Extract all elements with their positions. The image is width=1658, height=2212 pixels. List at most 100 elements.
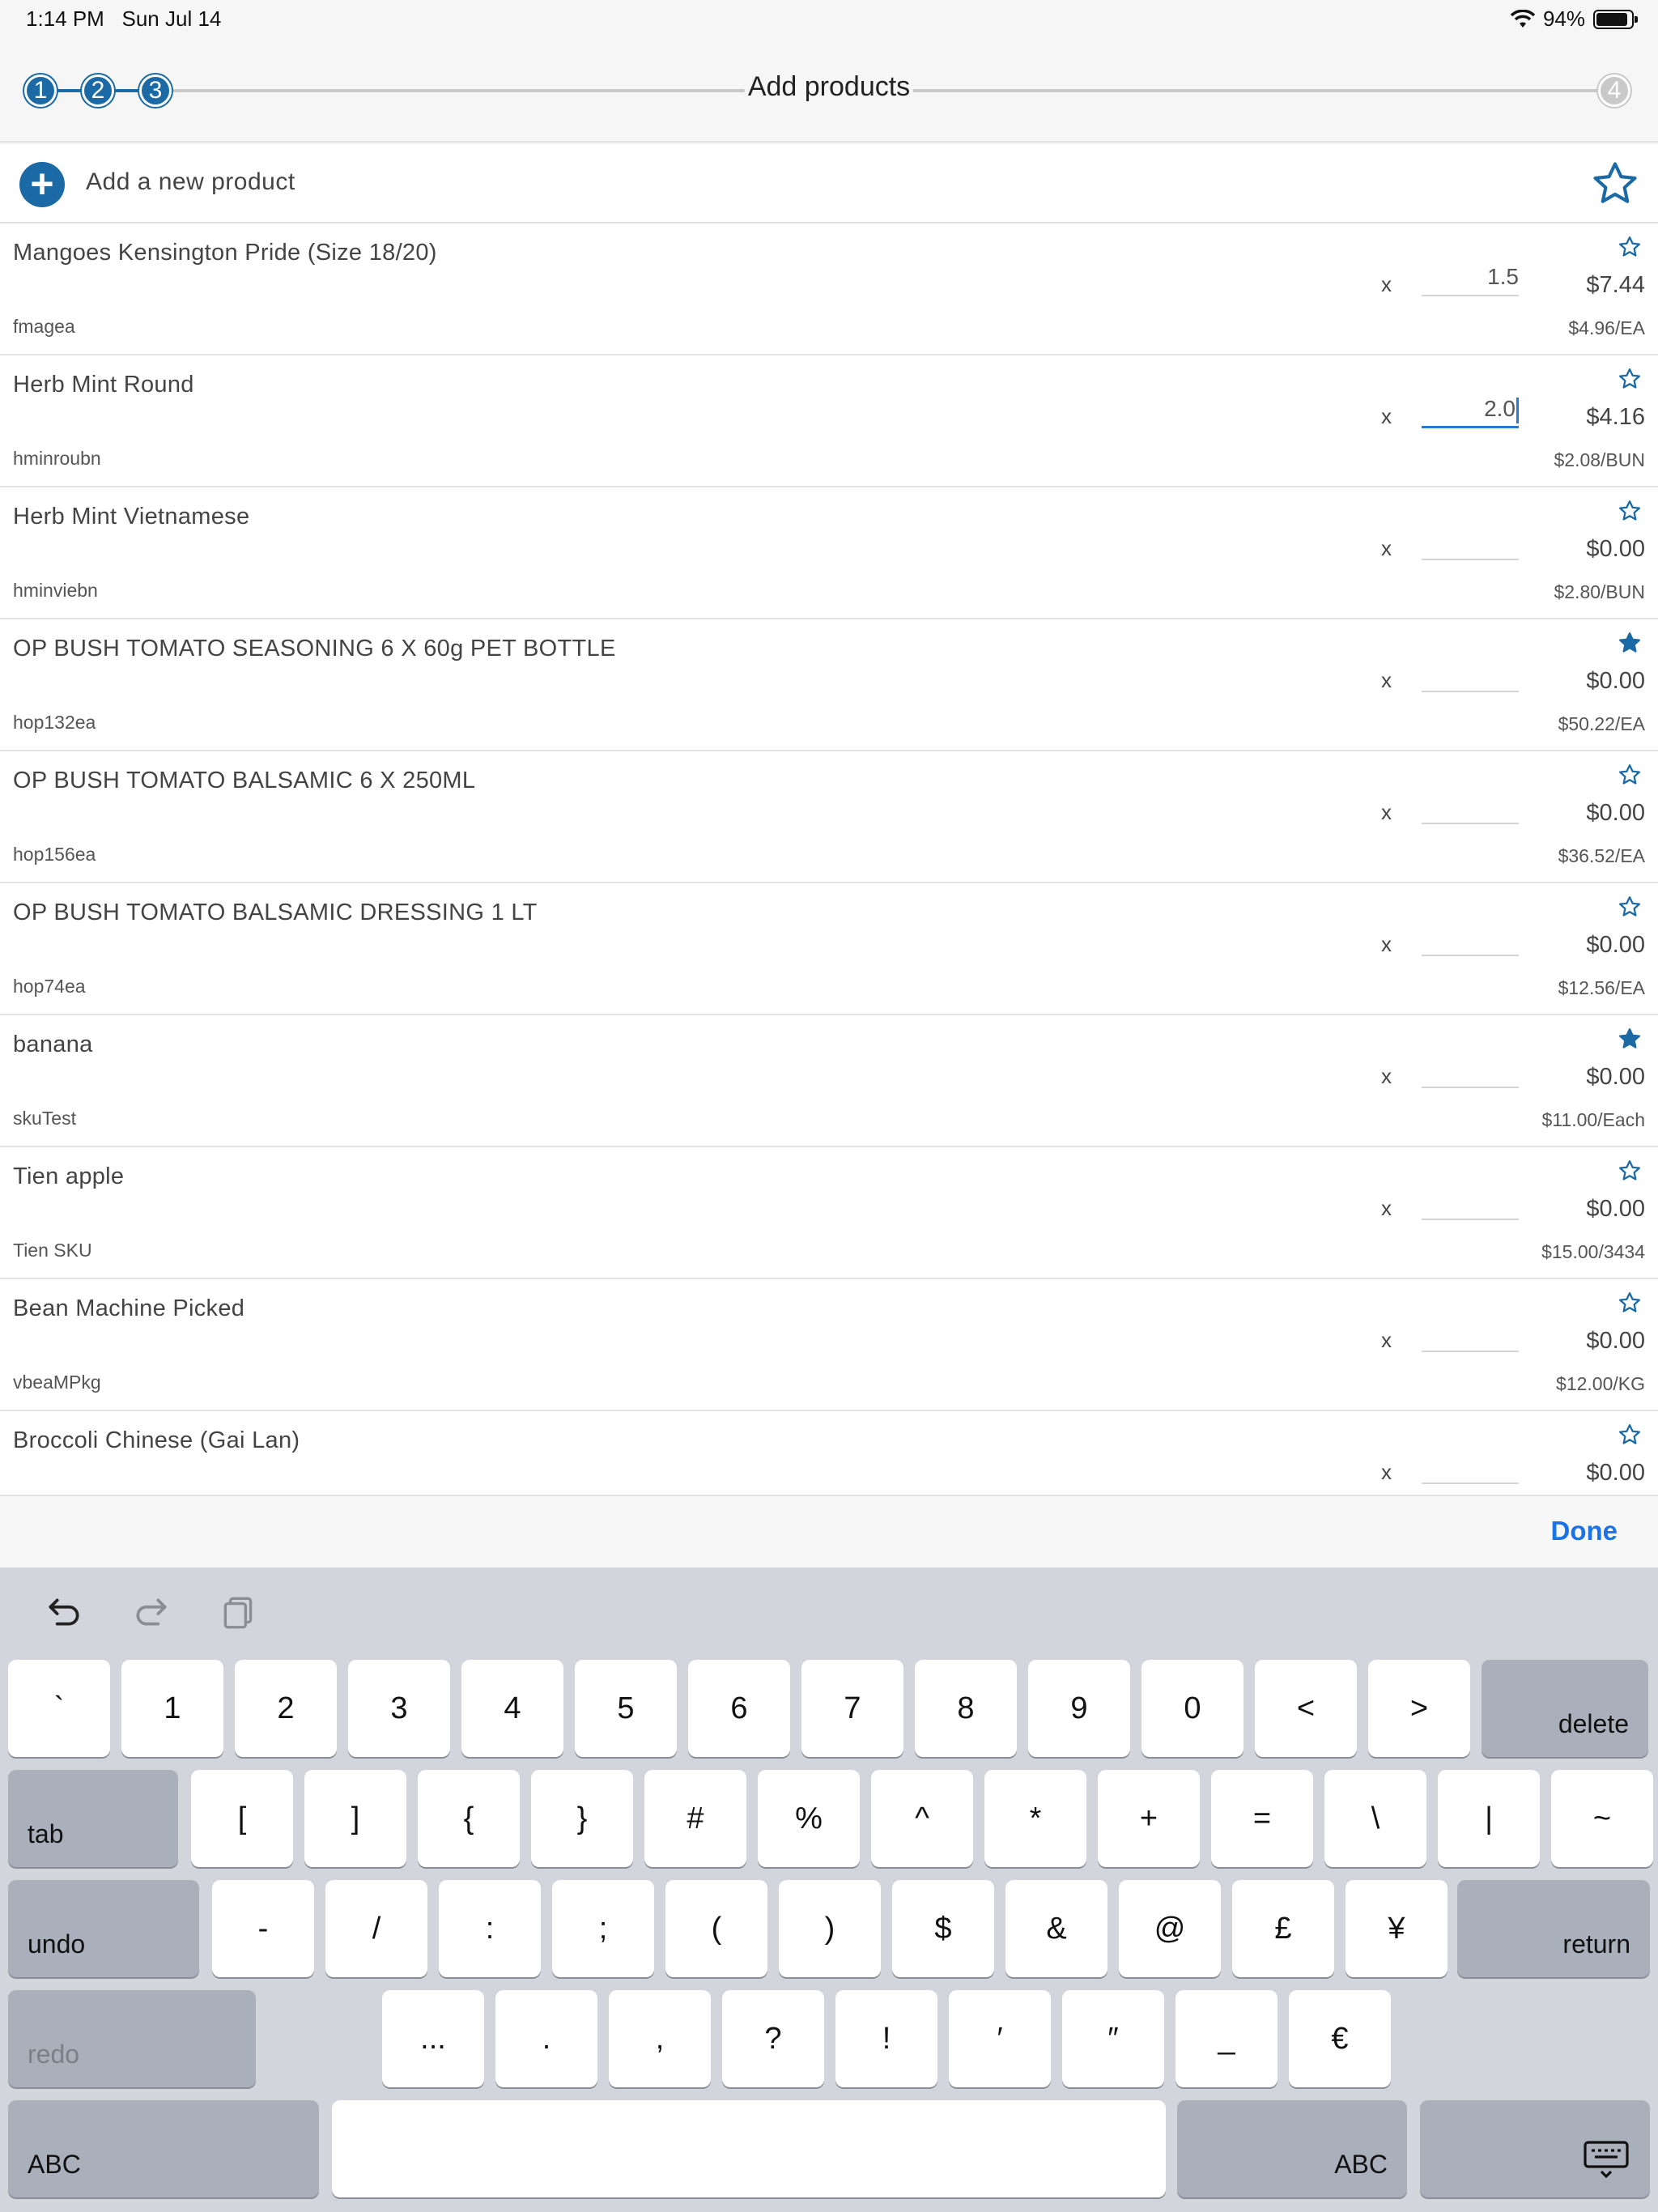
redo-icon[interactable] [131, 1592, 172, 1632]
product-row[interactable]: OP BUSH TOMATO BALSAMIC DRESSING 1 LT hop… [0, 883, 1658, 1015]
key[interactable]: 8 [915, 1660, 1017, 1757]
star-outline-icon[interactable] [1618, 895, 1642, 919]
quantity-input[interactable] [1422, 1048, 1519, 1088]
key[interactable]: ... [382, 1990, 484, 2087]
favorites-filter-star-icon[interactable] [1590, 159, 1640, 209]
key[interactable]: @ [1119, 1880, 1221, 1977]
key[interactable]: ] [304, 1770, 406, 1867]
quantity-input[interactable] [1422, 916, 1519, 956]
key[interactable]: 6 [688, 1660, 790, 1757]
quantity-input[interactable] [1422, 520, 1519, 560]
key[interactable]: ; [552, 1880, 654, 1977]
star-outline-icon[interactable] [1618, 499, 1642, 523]
key[interactable]: ( [665, 1880, 767, 1977]
abc-key-left[interactable]: ABC [8, 2100, 319, 2197]
key[interactable]: ′ [949, 1990, 1051, 2087]
key[interactable]: ~ [1551, 1770, 1653, 1867]
undo-key[interactable]: undo [8, 1880, 199, 1977]
product-row[interactable]: banana skuTest x $0.00 $11.00/Each [0, 1015, 1658, 1147]
return-key[interactable]: return [1457, 1880, 1650, 1977]
key[interactable]: ) [779, 1880, 881, 1977]
step-2[interactable]: 2 [82, 74, 114, 107]
space-bar[interactable] [332, 2100, 1166, 2197]
key[interactable]: < [1255, 1660, 1357, 1757]
quantity-input[interactable] [1422, 1312, 1519, 1352]
step-3[interactable]: 3 [139, 74, 172, 107]
key[interactable]: € [1289, 1990, 1391, 2087]
key[interactable]: ^ [871, 1770, 973, 1867]
tab-key[interactable]: tab [8, 1770, 178, 1867]
done-button[interactable]: Done [1551, 1516, 1618, 1546]
star-outline-icon[interactable] [1618, 367, 1642, 391]
key[interactable]: ` [8, 1660, 110, 1757]
key[interactable]: ″ [1062, 1990, 1164, 2087]
quantity-input[interactable] [1422, 652, 1519, 692]
abc-key-right[interactable]: ABC [1177, 2100, 1407, 2197]
key[interactable]: [ [191, 1770, 293, 1867]
star-outline-icon[interactable] [1618, 763, 1642, 787]
key[interactable]: $ [892, 1880, 994, 1977]
key[interactable]: 9 [1028, 1660, 1130, 1757]
redo-key[interactable]: redo [8, 1990, 256, 2087]
star-filled-icon[interactable] [1618, 1027, 1642, 1051]
step-1[interactable]: 1 [24, 74, 57, 107]
product-row[interactable]: Tien apple Tien SKU x $0.00 $15.00/3434 [0, 1147, 1658, 1279]
quantity-input[interactable] [1422, 784, 1519, 824]
key[interactable]: } [531, 1770, 633, 1867]
key[interactable]: - [212, 1880, 314, 1977]
product-row[interactable]: Herb Mint Round hminroubn x 2.0 $4.16 $2.08/B… [0, 355, 1658, 487]
product-row[interactable]: Mangoes Kensington Pride (Size 18/20) fma… [0, 223, 1658, 355]
key[interactable]: { [418, 1770, 520, 1867]
plus-circle-icon[interactable]: + [19, 162, 65, 207]
line-total: $0.00 [1586, 1460, 1645, 1486]
key[interactable]: / [325, 1880, 427, 1977]
add-product-label[interactable]: Add a new product [86, 168, 295, 196]
key[interactable]: 3 [348, 1660, 450, 1757]
key[interactable]: + [1098, 1770, 1200, 1867]
product-row[interactable]: OP BUSH TOMATO SEASONING 6 X 60g PET BOT… [0, 619, 1658, 751]
key[interactable]: _ [1175, 1990, 1278, 2087]
multiply-symbol: x [1381, 932, 1392, 956]
star-outline-icon[interactable] [1618, 1423, 1642, 1447]
key[interactable]: & [1005, 1880, 1107, 1977]
star-outline-icon[interactable] [1618, 1291, 1642, 1315]
add-product-row[interactable]: + Add a new product [0, 144, 1658, 223]
key[interactable]: 2 [235, 1660, 337, 1757]
product-row[interactable]: Bean Machine Picked vbeaMPkg x $0.00 $12.00/… [0, 1279, 1658, 1411]
key[interactable]: > [1368, 1660, 1470, 1757]
product-row[interactable]: OP BUSH TOMATO BALSAMIC 6 X 250ML hop156e… [0, 751, 1658, 883]
key[interactable]: ¥ [1346, 1880, 1448, 1977]
key[interactable]: £ [1232, 1880, 1334, 1977]
key[interactable]: , [609, 1990, 711, 2087]
quantity-input[interactable] [1422, 1444, 1519, 1484]
keyboard-dismiss-key[interactable] [1420, 2100, 1650, 2197]
key[interactable]: . [495, 1990, 597, 2087]
key[interactable]: 4 [461, 1660, 563, 1757]
key[interactable]: ! [835, 1990, 937, 2087]
key[interactable]: = [1211, 1770, 1313, 1867]
delete-key[interactable]: delete [1482, 1660, 1648, 1757]
key[interactable]: 5 [575, 1660, 677, 1757]
star-filled-icon[interactable] [1618, 631, 1642, 655]
quantity-input[interactable]: 2.0 [1422, 388, 1519, 428]
star-outline-icon[interactable] [1618, 1159, 1642, 1183]
key[interactable]: # [644, 1770, 746, 1867]
key[interactable]: : [439, 1880, 541, 1977]
key[interactable]: * [984, 1770, 1086, 1867]
product-row[interactable]: Herb Mint Vietnamese hminviebn x $0.00 $2.80… [0, 487, 1658, 619]
quantity-input[interactable] [1422, 1180, 1519, 1220]
product-row[interactable]: Broccoli Chinese (Gai Lan) x $0.00 [0, 1411, 1658, 1495]
key[interactable]: % [758, 1770, 860, 1867]
quantity-input[interactable]: 1.5 [1422, 256, 1519, 296]
key[interactable]: | [1438, 1770, 1540, 1867]
step-4[interactable]: 4 [1598, 74, 1630, 107]
key[interactable]: 1 [121, 1660, 223, 1757]
key[interactable]: \ [1324, 1770, 1426, 1867]
product-sku: skuTest [13, 1108, 76, 1129]
paste-icon[interactable] [219, 1592, 259, 1632]
key[interactable]: 7 [801, 1660, 903, 1757]
key[interactable]: 0 [1141, 1660, 1244, 1757]
star-outline-icon[interactable] [1618, 235, 1642, 259]
undo-icon[interactable] [44, 1592, 84, 1632]
key[interactable]: ? [722, 1990, 824, 2087]
